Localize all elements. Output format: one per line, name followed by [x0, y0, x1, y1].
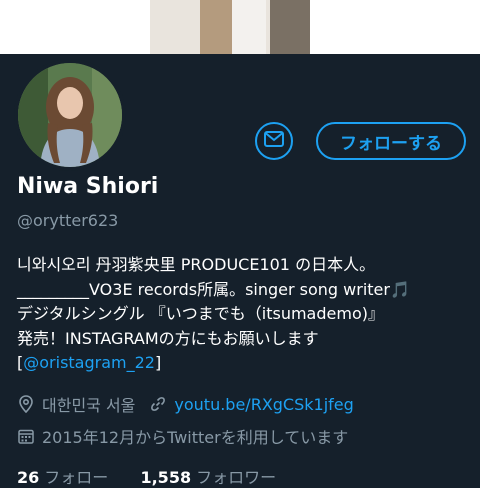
- location-pin-icon: [17, 395, 35, 413]
- following-label: フォロー: [44, 468, 109, 487]
- bio-text: _________VO3E records所属。singer song writ…: [17, 279, 390, 299]
- bio-line: [@oristagram_22]: [17, 351, 472, 376]
- avatar[interactable]: [14, 59, 126, 171]
- bio-line: 니와시오리 丹羽紫央里 PRODUCE101 の日本人。: [17, 255, 376, 274]
- username-handle: @orytter623: [17, 211, 119, 230]
- joined-date-text: 2015年12月からTwitterを利用しています: [42, 428, 349, 447]
- bio-line: _________VO3E records所属。singer song writ…: [17, 278, 472, 303]
- bio-line: 発売！INSTAGRAMの方にもお願いします: [17, 328, 319, 348]
- calendar-icon: [17, 427, 35, 445]
- followers-count: 1,558: [140, 468, 192, 487]
- profile-header: フォローする Niwa Shiori @orytter623 니와시오리 丹羽紫…: [0, 54, 480, 487]
- followers-stat[interactable]: 1,558 フォロワー: [140, 468, 276, 487]
- bio-line: デジタルシングル 『いつまでも（itsumademo)』: [17, 304, 384, 323]
- link-icon: [149, 395, 167, 413]
- followers-label: フォロワー: [196, 468, 277, 487]
- location-text: 대한민국 서울: [42, 396, 136, 415]
- following-stat[interactable]: 26 フォロー: [17, 468, 108, 487]
- envelope-icon: [264, 131, 284, 151]
- message-button[interactable]: [255, 122, 293, 160]
- musical-note-icon: 🎵: [389, 279, 410, 299]
- bracket-close: ]: [154, 353, 162, 372]
- banner-photo-shirt: [232, 0, 266, 54]
- profile-meta-row: 2015年12月からTwitterを利用しています: [17, 424, 348, 448]
- bio: 니와시오리 丹羽紫央里 PRODUCE101 の日本人。 _________VO…: [17, 253, 472, 376]
- profile-meta-row: 대한민국 서울 youtu.be/RXgCSk1jfeg: [17, 392, 354, 416]
- avatar-photo: [18, 63, 122, 167]
- profile-banner[interactable]: [0, 0, 480, 54]
- following-count: 26: [17, 468, 40, 487]
- banner-photo-shadow: [270, 0, 310, 54]
- follow-stats: 26 フォロー 1,558 フォロワー: [17, 464, 276, 488]
- display-name: Niwa Shiori: [17, 174, 159, 199]
- website-link[interactable]: youtu.be/RXgCSk1jfeg: [174, 395, 353, 414]
- follow-button[interactable]: フォローする: [316, 122, 466, 160]
- instagram-mention-link[interactable]: @oristagram_22: [23, 353, 155, 372]
